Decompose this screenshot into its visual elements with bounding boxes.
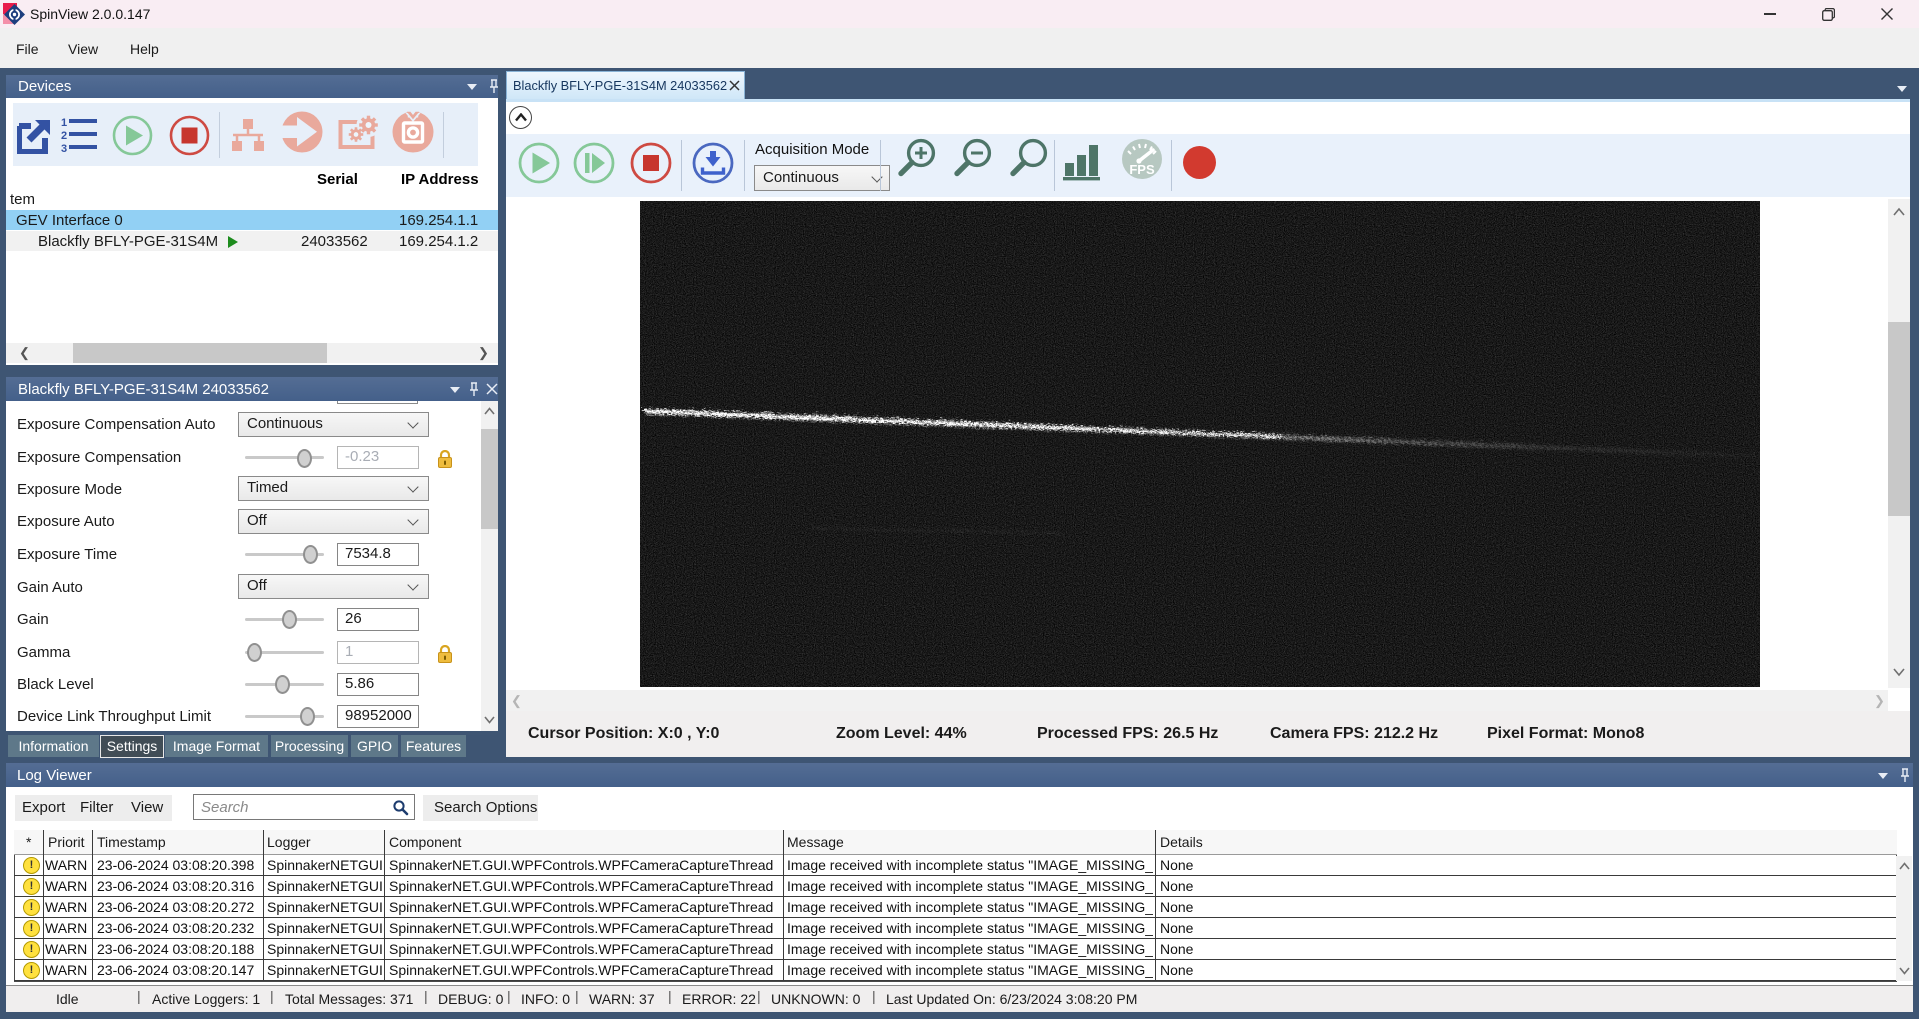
svg-text:FPS: FPS bbox=[1129, 162, 1155, 177]
svg-text:1: 1 bbox=[61, 117, 67, 129]
svg-text:3: 3 bbox=[61, 143, 67, 154]
svg-text:2: 2 bbox=[61, 130, 67, 142]
